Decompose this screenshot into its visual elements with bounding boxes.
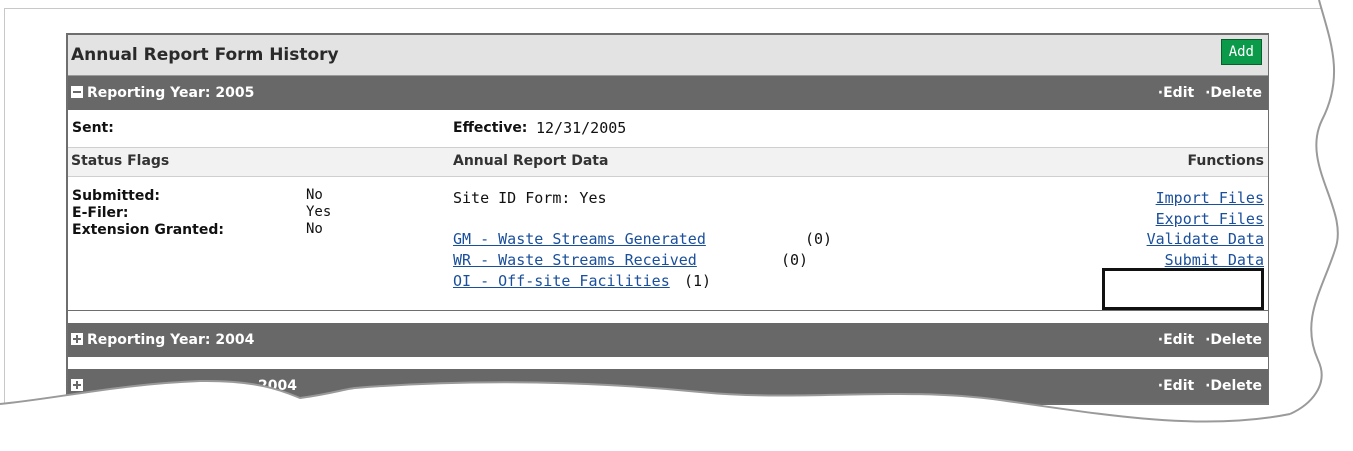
delete-link[interactable]: ·Delete xyxy=(1205,85,1262,101)
submit-data-highlight xyxy=(1102,268,1264,310)
site-id-form: Site ID Form: Yes xyxy=(453,189,607,207)
row-gap xyxy=(68,357,1268,369)
submitted-label: Submitted: xyxy=(72,188,160,204)
year-2005-details: Sent: Effective: 12/31/2005 Status Flags… xyxy=(68,110,1268,311)
year-row-2005[interactable]: Reporting Year: 2005 ·Edit ·Delete xyxy=(68,76,1268,110)
wr-form-count: (0) xyxy=(781,251,809,269)
edit-link[interactable]: ·Edit xyxy=(1158,85,1194,101)
oi-form-count: (1) xyxy=(684,272,712,290)
validate-data-link[interactable]: Validate Data xyxy=(1147,230,1264,248)
wr-form-link[interactable]: WR - Waste Streams Received xyxy=(453,251,697,269)
effective-label: Effective: xyxy=(453,120,528,136)
column-header-row: Status Flags Annual Report Data Function… xyxy=(68,147,1268,177)
annual-report-history-panel: Annual Report Form History Add Reporting… xyxy=(66,33,1269,405)
extension-granted-label: Extension Granted: xyxy=(72,222,224,238)
panel-title: Annual Report Form History xyxy=(71,45,339,65)
gm-form-count: (0) xyxy=(805,230,833,248)
year-label: Reporting Year: 2004 xyxy=(87,332,255,348)
expand-icon[interactable] xyxy=(71,333,83,345)
efiler-value: Yes xyxy=(306,204,332,220)
gm-form-link[interactable]: GM - Waste Streams Generated xyxy=(453,230,706,248)
year-label: 2004 xyxy=(258,378,297,394)
delete-link[interactable]: ·Delete xyxy=(1205,378,1262,394)
year-row-partial[interactable]: 2004 ·Edit ·Delete xyxy=(68,369,1268,403)
functions-header: Functions xyxy=(1187,153,1264,169)
collapse-icon[interactable] xyxy=(71,86,83,98)
submit-data-link[interactable]: Submit Data xyxy=(1165,251,1264,269)
delete-link[interactable]: ·Delete xyxy=(1205,332,1262,348)
import-files-link[interactable]: Import Files xyxy=(1156,189,1264,207)
panel-header: Annual Report Form History Add xyxy=(68,35,1268,76)
expand-icon[interactable] xyxy=(71,379,83,391)
annual-report-data-header: Annual Report Data xyxy=(453,153,609,169)
edit-link[interactable]: ·Edit xyxy=(1158,378,1194,394)
sent-label: Sent: xyxy=(72,120,114,136)
effective-date: 12/31/2005 xyxy=(536,119,627,137)
year-label: Reporting Year: 2005 xyxy=(87,85,255,101)
status-flags-header: Status Flags xyxy=(71,153,170,169)
export-files-link[interactable]: Export Files xyxy=(1156,210,1264,228)
oi-form-link[interactable]: OI - Off-site Facilities xyxy=(453,272,670,290)
extension-granted-value: No xyxy=(306,221,323,237)
edit-link[interactable]: ·Edit xyxy=(1158,332,1194,348)
row-gap xyxy=(68,311,1268,323)
add-button[interactable]: Add xyxy=(1220,39,1262,65)
efiler-label: E-Filer: xyxy=(72,205,129,221)
year-row-2004[interactable]: Reporting Year: 2004 ·Edit ·Delete xyxy=(68,323,1268,357)
submitted-value: No xyxy=(306,187,323,203)
